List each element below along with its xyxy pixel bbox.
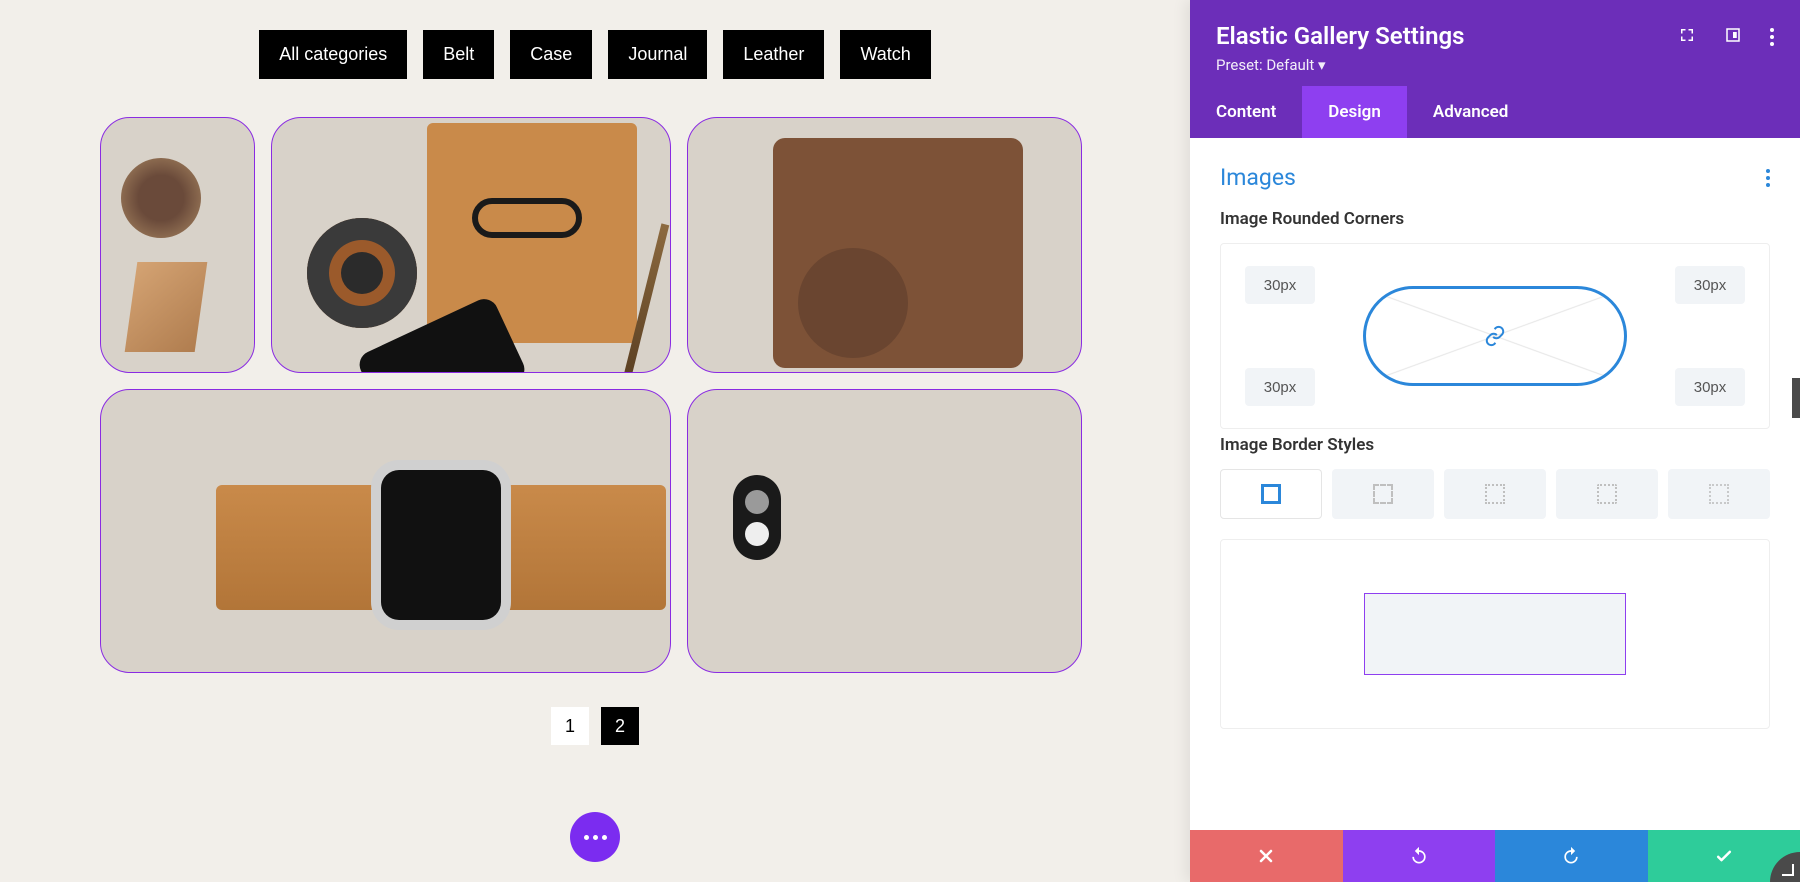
settings-tabs: Content Design Advanced — [1190, 86, 1800, 138]
dot-icon — [593, 835, 598, 840]
gallery-image-5[interactable] — [687, 389, 1082, 673]
border-style-dashed[interactable] — [1332, 469, 1434, 519]
redo-button[interactable] — [1495, 830, 1648, 882]
square-dotted-alt-icon — [1597, 484, 1617, 504]
pagination: 1 2 — [0, 707, 1190, 745]
panel-body: Images Image Rounded Corners Image Borde… — [1190, 138, 1800, 830]
snap-icon[interactable] — [1724, 26, 1742, 44]
scrollbar-handle[interactable] — [1792, 378, 1800, 418]
decorative-phone — [355, 295, 529, 373]
link-icon — [1484, 325, 1506, 347]
dot-icon — [602, 835, 607, 840]
category-journal[interactable]: Journal — [608, 30, 707, 79]
square-dashed-icon — [1373, 484, 1393, 504]
corner-bottom-right-input[interactable] — [1675, 368, 1745, 406]
border-preview — [1220, 539, 1770, 729]
panel-menu-icon[interactable] — [1770, 26, 1774, 46]
preset-selector[interactable]: Preset: Default ▾ — [1216, 56, 1464, 74]
panel-title: Elastic Gallery Settings — [1216, 22, 1464, 50]
undo-button[interactable] — [1343, 830, 1496, 882]
rounded-corners-control — [1220, 243, 1770, 429]
panel-footer — [1190, 830, 1800, 882]
category-watch[interactable]: Watch — [840, 30, 930, 79]
square-dotted-light-icon — [1709, 484, 1729, 504]
border-styles-label: Image Border Styles — [1220, 435, 1770, 455]
page-1-button[interactable]: 1 — [551, 707, 589, 745]
check-icon — [1714, 846, 1734, 866]
category-filter-bar: All categories Belt Case Journal Leather… — [0, 30, 1190, 79]
corner-top-right-input[interactable] — [1675, 266, 1745, 304]
category-leather[interactable]: Leather — [723, 30, 824, 79]
border-preview-shape[interactable] — [1364, 593, 1626, 675]
settings-panel: Elastic Gallery Settings Preset: Default… — [1190, 0, 1800, 882]
category-all[interactable]: All categories — [259, 30, 407, 79]
category-belt[interactable]: Belt — [423, 30, 494, 79]
border-style-solid[interactable] — [1220, 469, 1322, 519]
corner-top-left-input[interactable] — [1245, 266, 1315, 304]
cancel-button[interactable] — [1190, 830, 1343, 882]
square-solid-icon — [1261, 484, 1281, 504]
tab-design[interactable]: Design — [1302, 86, 1407, 138]
undo-icon — [1409, 846, 1429, 866]
gallery-image-4[interactable] — [100, 389, 671, 673]
tab-content[interactable]: Content — [1190, 86, 1302, 138]
close-icon — [1256, 846, 1276, 866]
category-case[interactable]: Case — [510, 30, 592, 79]
square-dotted-icon — [1485, 484, 1505, 504]
border-style-dotted[interactable] — [1444, 469, 1546, 519]
section-title-images[interactable]: Images — [1220, 164, 1296, 191]
link-corners-toggle[interactable] — [1363, 286, 1627, 386]
border-style-dotted-light[interactable] — [1668, 469, 1770, 519]
section-menu-icon[interactable] — [1766, 169, 1770, 187]
dot-icon — [584, 835, 589, 840]
corner-bottom-left-input[interactable] — [1245, 368, 1315, 406]
gallery-image-3[interactable] — [687, 117, 1082, 373]
rounded-corners-label: Image Rounded Corners — [1220, 209, 1770, 229]
decorative-glasses — [472, 198, 582, 238]
gallery-preview: All categories Belt Case Journal Leather… — [0, 0, 1190, 882]
redo-icon — [1561, 846, 1581, 866]
decorative-pen — [623, 223, 669, 373]
gallery-image-1[interactable] — [100, 117, 255, 373]
section-header: Images — [1220, 164, 1770, 191]
gallery-grid — [100, 117, 1090, 673]
panel-header: Elastic Gallery Settings Preset: Default… — [1190, 0, 1800, 86]
gallery-image-2[interactable] — [271, 117, 671, 373]
page-2-button[interactable]: 2 — [601, 707, 639, 745]
border-style-dotted-alt[interactable] — [1556, 469, 1658, 519]
more-actions-fab[interactable] — [570, 812, 620, 862]
border-style-picker — [1220, 469, 1770, 519]
tab-advanced[interactable]: Advanced — [1407, 86, 1535, 138]
panel-header-actions — [1678, 26, 1774, 46]
expand-icon[interactable] — [1678, 26, 1696, 44]
